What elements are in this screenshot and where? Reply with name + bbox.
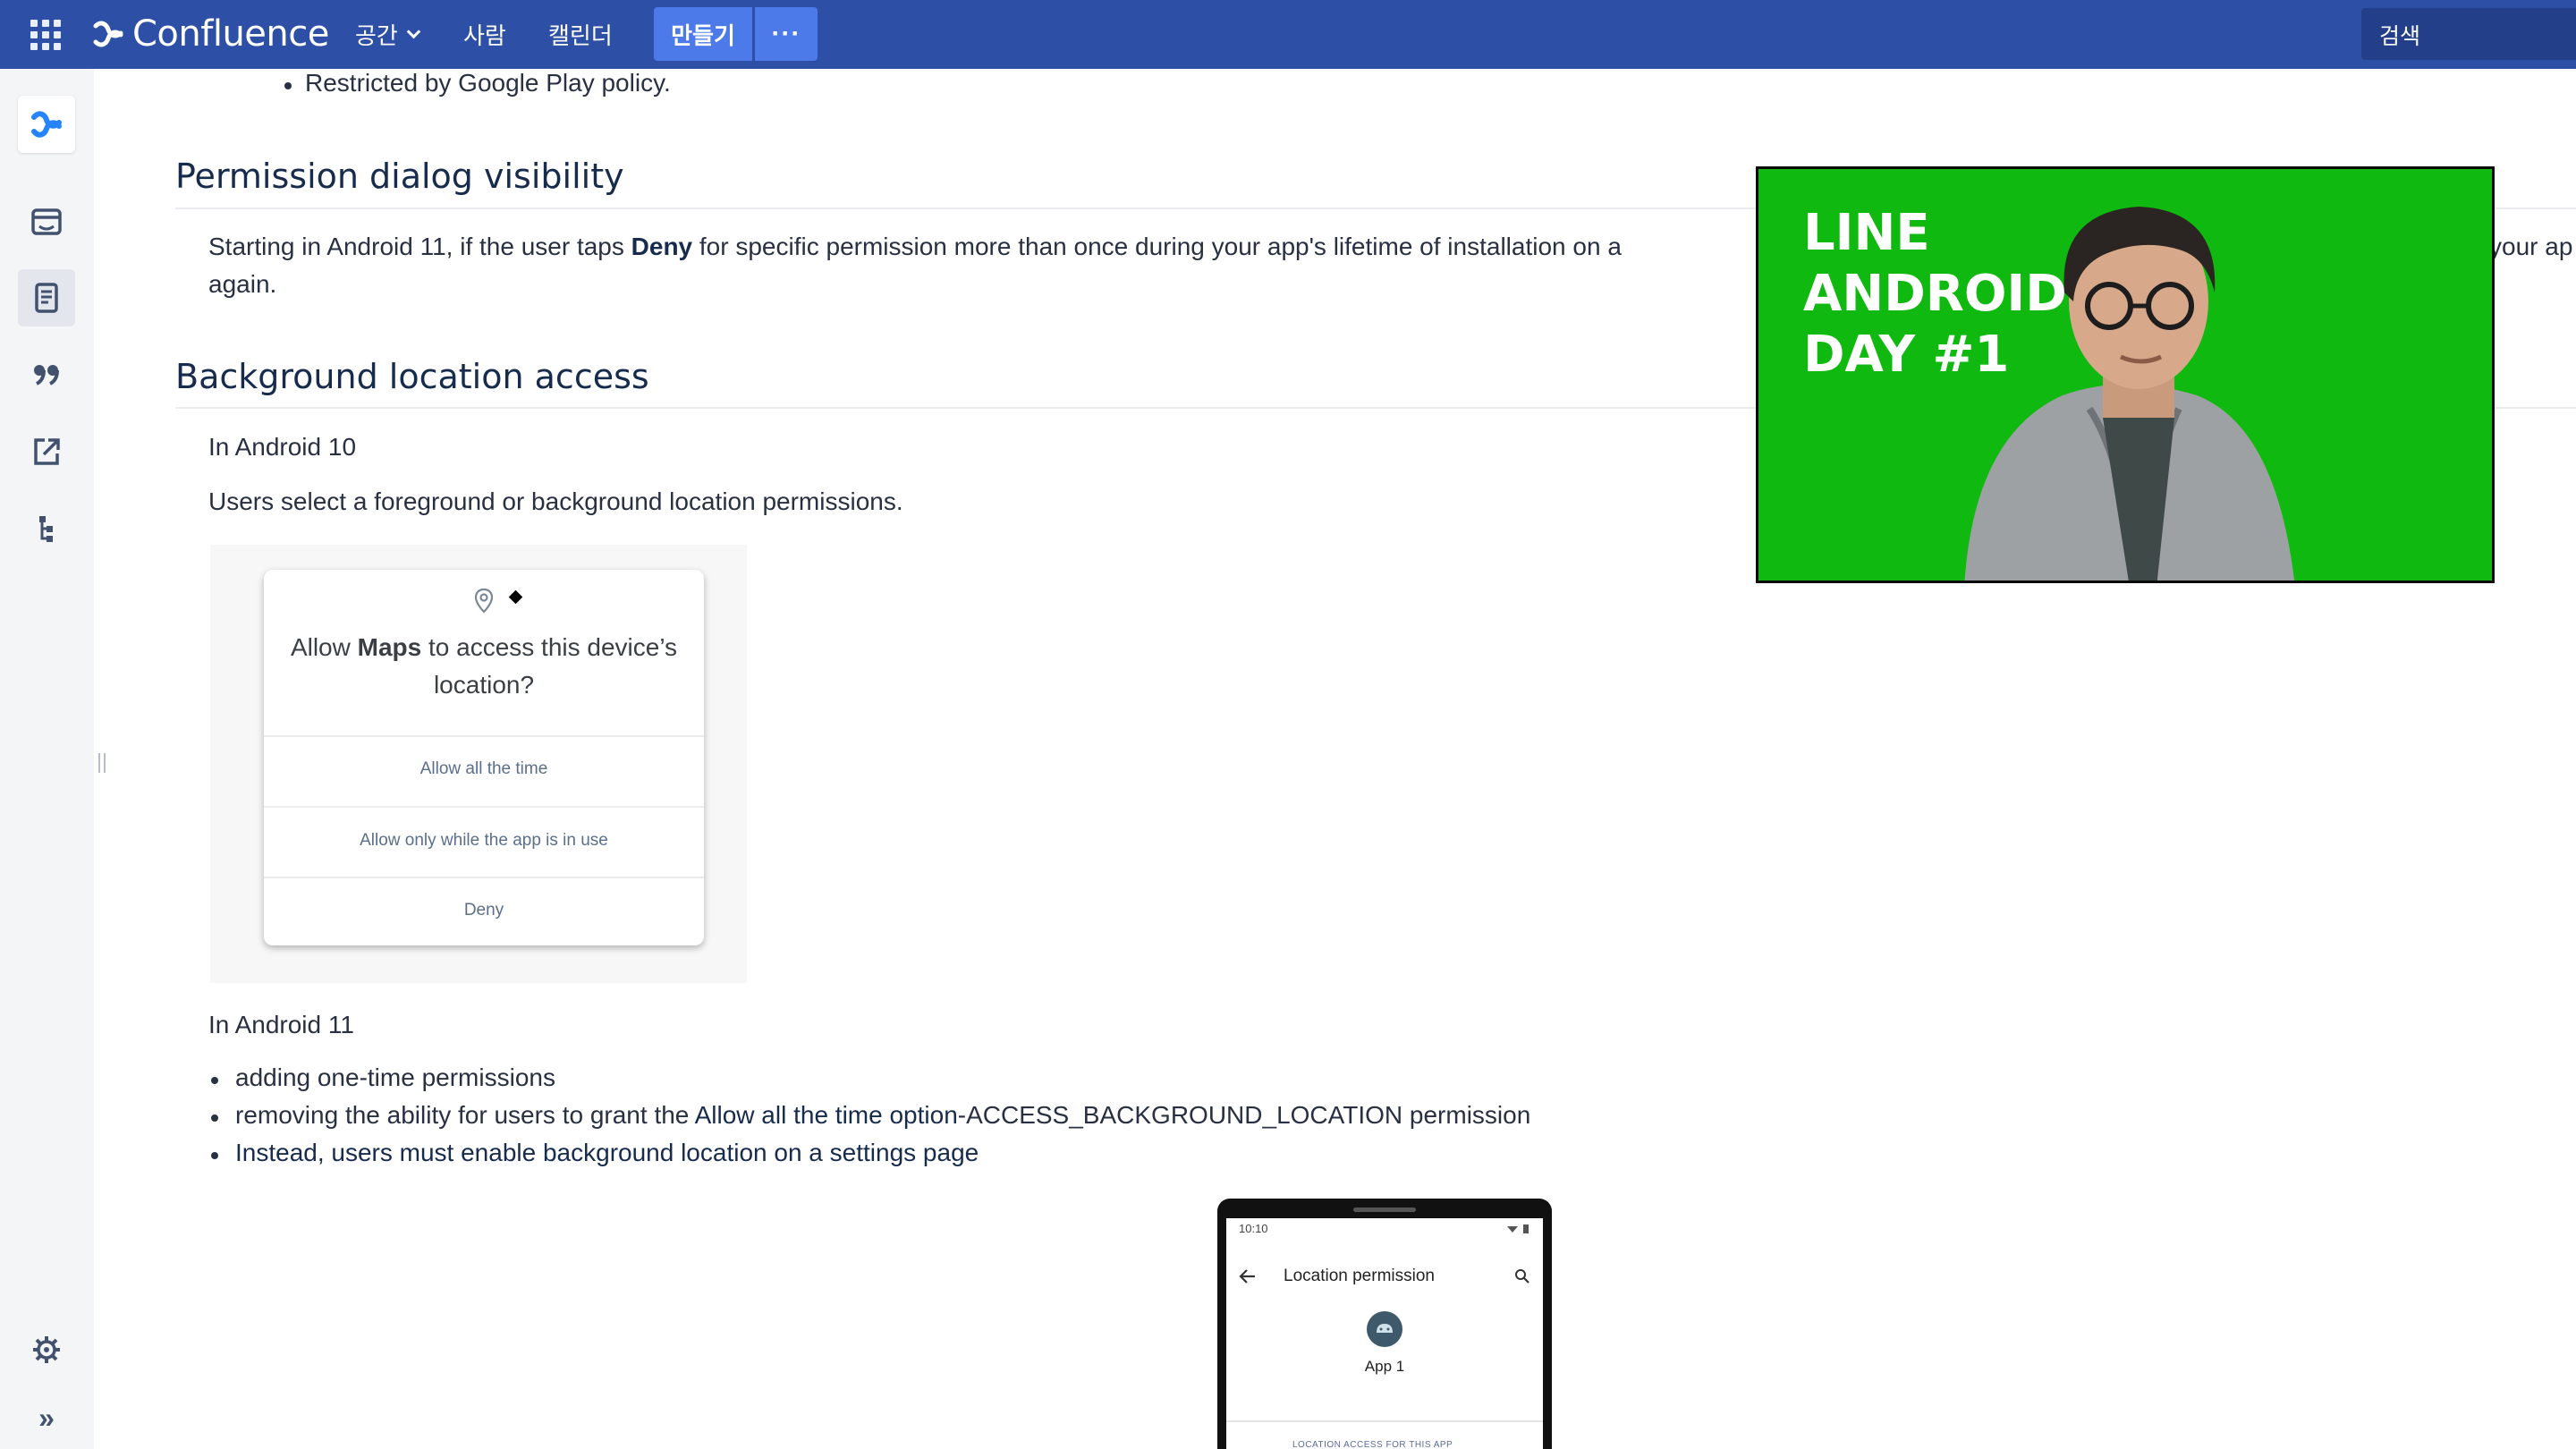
android-icon	[1377, 1324, 1393, 1333]
permission-paragraph-tail: your ap	[2489, 233, 2573, 260]
permission-paragraph-line1: Starting in Android 11, if the user taps…	[208, 233, 1622, 260]
phone-notch	[1353, 1208, 1416, 1212]
create-button[interactable]: 만들기	[654, 7, 752, 61]
dialog-divider	[264, 735, 704, 737]
tree-icon[interactable]	[18, 500, 75, 557]
phone-screen-title: Location permission	[1284, 1267, 1435, 1285]
nav-calendar[interactable]: 캘린더	[548, 18, 613, 50]
android11-label: In Android 11	[208, 1011, 354, 1038]
bullet-dot	[211, 1152, 218, 1159]
presenter-figure	[1964, 207, 2294, 580]
phone-section-header: LOCATION ACCESS FOR THIS APP	[1292, 1440, 1453, 1449]
space-logo-icon[interactable]	[18, 96, 75, 153]
dialog-title: Allow Maps to access this device’s locat…	[290, 633, 678, 699]
nav-spaces-dropdown[interactable]: 공간	[355, 18, 421, 50]
search-input[interactable]: 검색	[2361, 8, 2576, 60]
confluence-home-link[interactable]: Confluence	[93, 13, 329, 55]
dialog-option-allow-all-time: Allow all the time	[419, 759, 548, 778]
bullet-dot	[211, 1114, 218, 1122]
external-link-icon[interactable]	[18, 423, 75, 480]
nav-spaces-label: 공간	[355, 21, 398, 49]
calendar-icon[interactable]	[18, 192, 75, 250]
confluence-logo-icon	[93, 21, 123, 47]
top-navigation: Confluence 공간 사람 캘린더 만들기 ··· 검색	[0, 0, 2576, 69]
phone-divider	[1226, 1420, 1543, 1422]
page-icon[interactable]	[18, 269, 75, 326]
dialog-option-while-in-use: Allow only while the app is in use	[360, 831, 608, 850]
location-permission-dialog: Allow Maps to access this device’s locat…	[264, 570, 704, 945]
android11-bullet-1: adding one-time permissions	[235, 1063, 555, 1091]
expand-sidebar-icon[interactable]: »	[18, 1389, 75, 1446]
android10-label: In Android 10	[208, 433, 357, 461]
chevron-down-icon	[406, 24, 421, 38]
nav-people[interactable]: 사람	[463, 18, 506, 50]
search-icon	[1515, 1269, 1530, 1284]
back-arrow-icon	[1239, 1269, 1255, 1284]
dialog-divider	[264, 806, 704, 808]
heading-background-location: Background location access	[175, 357, 649, 396]
phone-app-name: App 1	[1364, 1358, 1405, 1375]
permission-dialog-image: Allow Maps to access this device’s locat…	[210, 545, 747, 983]
phone-status-time: 10:10	[1239, 1222, 1268, 1235]
brand-name: Confluence	[132, 13, 329, 55]
location-pin-icon	[474, 588, 494, 614]
android11-bullet-2: removing the ability for users to grant …	[235, 1101, 1531, 1129]
android-app-avatar	[1367, 1311, 1402, 1347]
bullet-dot	[211, 1077, 218, 1084]
bullet-dot	[284, 82, 292, 89]
phone-screen: 10:10 Location permission App 1 LOCATION…	[1226, 1218, 1543, 1449]
presenter-video-overlay: LINE ANDROID DAY #1	[1756, 166, 2495, 583]
android11-bullet-3: Instead, users must enable background lo…	[235, 1139, 979, 1166]
quote-icon[interactable]	[18, 346, 75, 403]
phone-settings-image: 10:10 Location permission App 1 LOCATION…	[1217, 1199, 1552, 1449]
dialog-option-deny: Deny	[463, 901, 504, 919]
create-more-button[interactable]: ···	[755, 7, 818, 61]
permission-paragraph-line2: again.	[208, 270, 277, 298]
android10-description: Users select a foreground or background …	[208, 487, 903, 515]
settings-icon[interactable]	[18, 1321, 75, 1378]
heading-permission-dialog: Permission dialog visibility	[175, 157, 624, 196]
left-sidebar: »	[0, 69, 94, 1449]
phone-status-icons	[1507, 1224, 1529, 1233]
app-switcher-icon[interactable]	[30, 20, 61, 50]
dialog-divider	[264, 877, 704, 878]
top-bullet-text: Restricted by Google Play policy.	[305, 69, 671, 97]
